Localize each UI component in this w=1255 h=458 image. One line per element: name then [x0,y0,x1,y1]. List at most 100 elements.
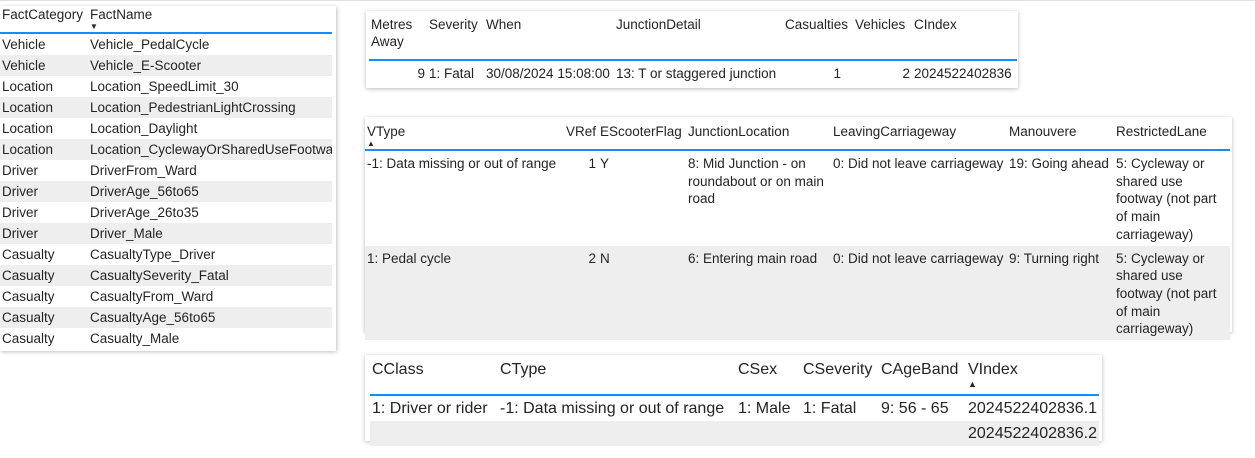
cell-when: 30/08/2024 15:08:00 [486,66,610,81]
cell-factcategory: Location [2,121,54,136]
column-header-manouvere[interactable]: Manouvere [1007,117,1114,150]
cell-cindex: 2024522402836 [914,66,1012,81]
cell-ctype: -1: Data missing or out of range [500,400,725,417]
cell-factcategory: Casualty [2,289,55,304]
cell-cclass [370,421,498,446]
casualty-header-row: CClass CType CSex CSeverity CAgeBand VIn… [370,355,1100,395]
accident-table-visual[interactable]: Metres Away Severity When JunctionDetail… [366,11,1018,88]
table-row[interactable]: Location Location_SpeedLimit_30 [0,76,332,97]
cell-factname: CasualtySeverity_Fatal [88,265,332,286]
column-header-severity[interactable]: Severity [427,11,484,60]
table-row[interactable]: Casualty CasualtyAge_56to65 [0,307,332,328]
column-header-cseverity[interactable]: CSeverity [801,355,879,395]
table-row[interactable]: Driver Driver_Male [0,223,332,244]
cell-severity: 1: Fatal [429,66,475,81]
cell-leavingcarriageway: 0: Did not leave carriageway [831,245,1007,341]
column-header-factcategory[interactable]: FactCategory [0,6,88,33]
column-header-junctiondetail[interactable]: JunctionDetail [614,11,783,60]
vehicles-table-visual[interactable]: VType ▲ VRef EScooterFlag JunctionLocati… [365,117,1232,341]
table-row[interactable]: 1: Pedal cycle 2 N 6: Entering main road… [365,245,1230,341]
column-header-csex[interactable]: CSex [736,355,801,395]
column-header-ctype[interactable]: CType [498,355,736,395]
column-header-cclass[interactable]: CClass [370,355,498,395]
column-header-cindex[interactable]: CIndex [912,11,1017,60]
cell-vref: 1 [588,156,596,171]
cell-restrictedlane: 5: Cycleway or shared use footway (not p… [1116,156,1217,242]
cell-cseverity: 1: Fatal [803,400,857,417]
accident-header-row: Metres Away Severity When JunctionDetail… [369,11,1017,60]
column-header-casualties[interactable]: Casualties [783,11,853,60]
table-row[interactable]: Location Location_PedestrianLightCrossing [0,97,332,118]
column-header-cageband[interactable]: CAgeBand [879,355,966,395]
vehicles-header-row: VType ▲ VRef EScooterFlag JunctionLocati… [365,117,1230,150]
cell-vehicles: 2 [902,66,910,81]
table-row[interactable]: Casualty CasualtySeverity_Fatal [0,265,332,286]
cell-manouvere: 9: Turning right [1007,245,1114,341]
top-border [0,0,1255,1]
cell-factname: Vehicle_E-Scooter [88,55,332,76]
sort-ascending-arrow-icon[interactable]: ▼ [90,23,330,31]
cell-casualties: 1 [833,66,841,81]
cell-factname: Location_Daylight [90,121,198,136]
cell-restrictedlane: 5: Cycleway or shared use footway (not p… [1114,245,1230,341]
cell-metres-away: 9 [417,66,425,81]
column-header-leavingcarriageway[interactable]: LeavingCarriageway [831,117,1007,150]
table-row[interactable]: Casualty Casualty_Male [0,328,332,349]
column-header-vtype-label: VType [367,124,406,139]
cell-factcategory: Driver [2,163,38,178]
casualty-table: CClass CType CSex CSeverity CAgeBand VIn… [370,355,1100,446]
table-row[interactable]: Casualty CasualtyType_Driver [0,244,332,265]
table-row[interactable]: 1: Driver or rider -1: Data missing or o… [370,395,1099,421]
table-row[interactable]: Driver DriverFrom_Ward [0,160,332,181]
table-row[interactable]: Vehicle Vehicle_PedalCycle [0,33,332,55]
cell-factcategory: Casualty [0,265,88,286]
cell-factname: CasualtyFrom_Ward [90,289,214,304]
column-header-factname-label: FactName [90,7,153,22]
cell-cageband: 9: 56 - 65 [881,400,949,417]
cell-csex: 1: Male [738,400,791,417]
table-row[interactable]: 9 1: Fatal 30/08/2024 15:08:00 13: T or … [369,60,1017,87]
column-header-when[interactable]: When [484,11,614,60]
cell-factname: DriverFrom_Ward [90,163,197,178]
cell-factcategory: Driver [0,223,88,244]
column-header-junctionlocation[interactable]: JunctionLocation [686,117,831,150]
cell-factcategory: Casualty [0,307,88,328]
cell-factname: Casualty_Male [90,331,180,346]
column-header-metres-away[interactable]: Metres Away [369,11,427,60]
cell-manouvere: 19: Going ahead [1009,156,1109,171]
column-header-vindex[interactable]: VIndex ▲ [966,355,1099,395]
facts-table-visual[interactable]: FactCategory FactName ▼ Vehicle Vehicle_P… [0,6,336,351]
column-header-vref[interactable]: VRef [564,117,598,150]
column-header-escooterflag[interactable]: EScooterFlag [598,117,686,150]
table-row[interactable]: 2024522402836.2 [370,421,1100,446]
cell-vindex: 2024522402836.1 [968,400,1098,417]
cell-factname: CasualtyAge_56to65 [88,307,332,328]
cell-escooterflag: Y [600,156,610,171]
cell-factname: DriverAge_26to35 [90,205,199,220]
cell-factcategory: Casualty [2,331,55,346]
column-header-restrictedlane[interactable]: RestrictedLane [1114,117,1230,150]
cell-leavingcarriageway: 0: Did not leave carriageway [833,156,1004,171]
cell-factname: Location_PedestrianLightCrossing [88,97,332,118]
table-row[interactable]: Casualty CasualtyFrom_Ward [0,286,332,307]
cell-cageband [879,421,966,446]
sort-ascending-arrow-icon[interactable]: ▲ [968,380,1097,389]
casualty-table-visual[interactable]: CClass CType CSex CSeverity CAgeBand VIn… [365,355,1102,446]
column-header-vehicles[interactable]: Vehicles [853,11,912,60]
cell-factcategory: Location [0,139,88,160]
table-row[interactable]: Location Location_CyclewayOrSharedUseFoot… [0,139,332,160]
table-row[interactable]: Driver DriverAge_26to35 [0,202,332,223]
column-header-factname[interactable]: FactName ▼ [88,6,332,33]
facts-table: FactCategory FactName ▼ Vehicle Vehicle_P… [0,6,332,349]
table-row[interactable]: Driver DriverAge_56to65 [0,181,332,202]
table-row[interactable]: Vehicle Vehicle_E-Scooter [0,55,332,76]
cell-factcategory: Vehicle [2,37,46,52]
column-header-vtype[interactable]: VType ▲ [365,117,564,150]
table-row[interactable]: -1: Data missing or out of range 1 Y 8: … [365,150,1230,246]
sort-ascending-arrow-icon[interactable]: ▲ [367,140,562,148]
cell-vtype: 1: Pedal cycle [365,245,564,341]
cell-factcategory: Casualty [2,247,55,262]
table-row[interactable]: Location Location_Daylight [0,118,332,139]
cell-factname: Driver_Male [88,223,332,244]
cell-factcategory: Vehicle [0,55,88,76]
